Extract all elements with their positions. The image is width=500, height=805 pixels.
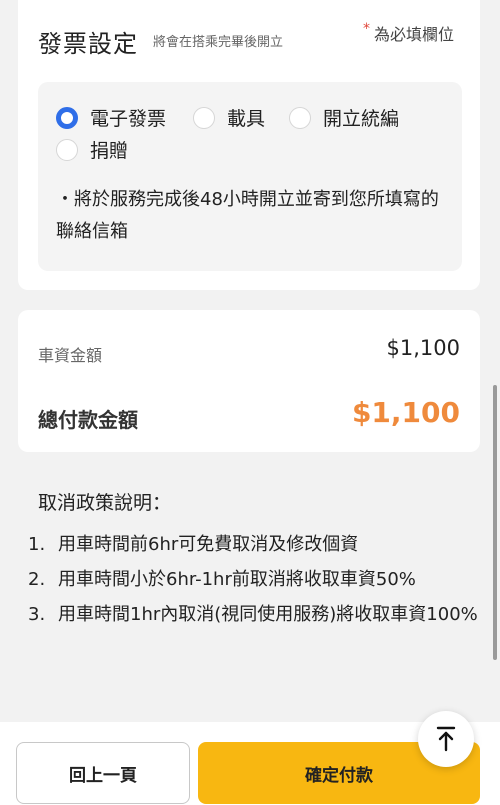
invoice-option-label: 載具 (227, 108, 266, 130)
policy-text: 用車時間小於6hr-1hr前取消將收取車資50% (58, 569, 416, 590)
invoice-option-e-invoice[interactable]: 電子發票 (56, 104, 166, 131)
invoice-option-donate[interactable]: 捐贈 (56, 136, 128, 163)
total-value: $1,100 (351, 396, 460, 429)
invoice-option-label: 捐贈 (90, 140, 129, 162)
invoice-settings-card: 發票設定 將會在搭乘完畢後開立 * 為必填欄位 電子發票 載具 開立統編 捐贈 ・… (18, 0, 480, 290)
cancellation-policy: 取消政策說明： 1. 用車時間前6hr可免費取消及修改個資 2. 用車時間小於6… (28, 488, 478, 632)
back-button[interactable]: 回上一頁 (16, 742, 190, 804)
scrollbar[interactable] (493, 385, 497, 660)
policy-item: 1. 用車時間前6hr可免費取消及修改個資 (28, 527, 478, 562)
total-label: 總付款金額 (38, 408, 138, 432)
policy-number: 2. (28, 569, 46, 590)
required-star: * (362, 21, 370, 37)
invoice-option-carrier[interactable]: 載具 (193, 104, 265, 131)
radio-selected-icon[interactable] (56, 106, 78, 129)
invoice-note: 將會在搭乘完畢後開立 (153, 35, 284, 50)
radio-unselected-icon[interactable] (289, 106, 311, 129)
policy-item: 2. 用車時間小於6hr-1hr前取消將收取車資50% (28, 562, 478, 597)
radio-unselected-icon[interactable] (56, 138, 78, 161)
fare-label: 車資金額 (38, 346, 103, 365)
radio-unselected-icon[interactable] (193, 106, 215, 129)
scroll-to-top-button[interactable] (418, 711, 474, 767)
arrow-up-to-line-icon (436, 726, 456, 752)
policy-title: 取消政策說明： (38, 492, 172, 514)
invoice-options-box: 電子發票 載具 開立統編 捐贈 ・將於服務完成後48小時開立並寄到您所填寫的聯絡… (38, 82, 462, 271)
required-text: 為必填欄位 (373, 25, 454, 44)
policy-text: 用車時間前6hr可免費取消及修改個資 (58, 534, 359, 555)
policy-item: 3. 用車時間1hr內取消(視同使用服務)將收取車資100% (28, 597, 478, 632)
fare-summary-card: 車資金額 $1,100 總付款金額 $1,100 (18, 310, 480, 452)
required-field-hint: * 為必填欄位 (363, 21, 454, 45)
policy-list: 1. 用車時間前6hr可免費取消及修改個資 2. 用車時間小於6hr-1hr前取… (28, 527, 478, 632)
policy-text: 用車時間1hr內取消(視同使用服務)將收取車資100% (58, 604, 478, 625)
invoice-option-label: 電子發票 (90, 108, 167, 130)
invoice-info-text: ・將於服務完成後48小時開立並寄到您所填寫的聯絡信箱 (56, 189, 439, 242)
invoice-title: 發票設定 (38, 30, 138, 58)
invoice-option-label: 開立統編 (323, 108, 400, 130)
policy-number: 1. (28, 534, 46, 555)
policy-number: 3. (28, 604, 46, 625)
invoice-option-tax-id[interactable]: 開立統編 (289, 104, 399, 131)
fare-value: $1,100 (386, 336, 460, 360)
